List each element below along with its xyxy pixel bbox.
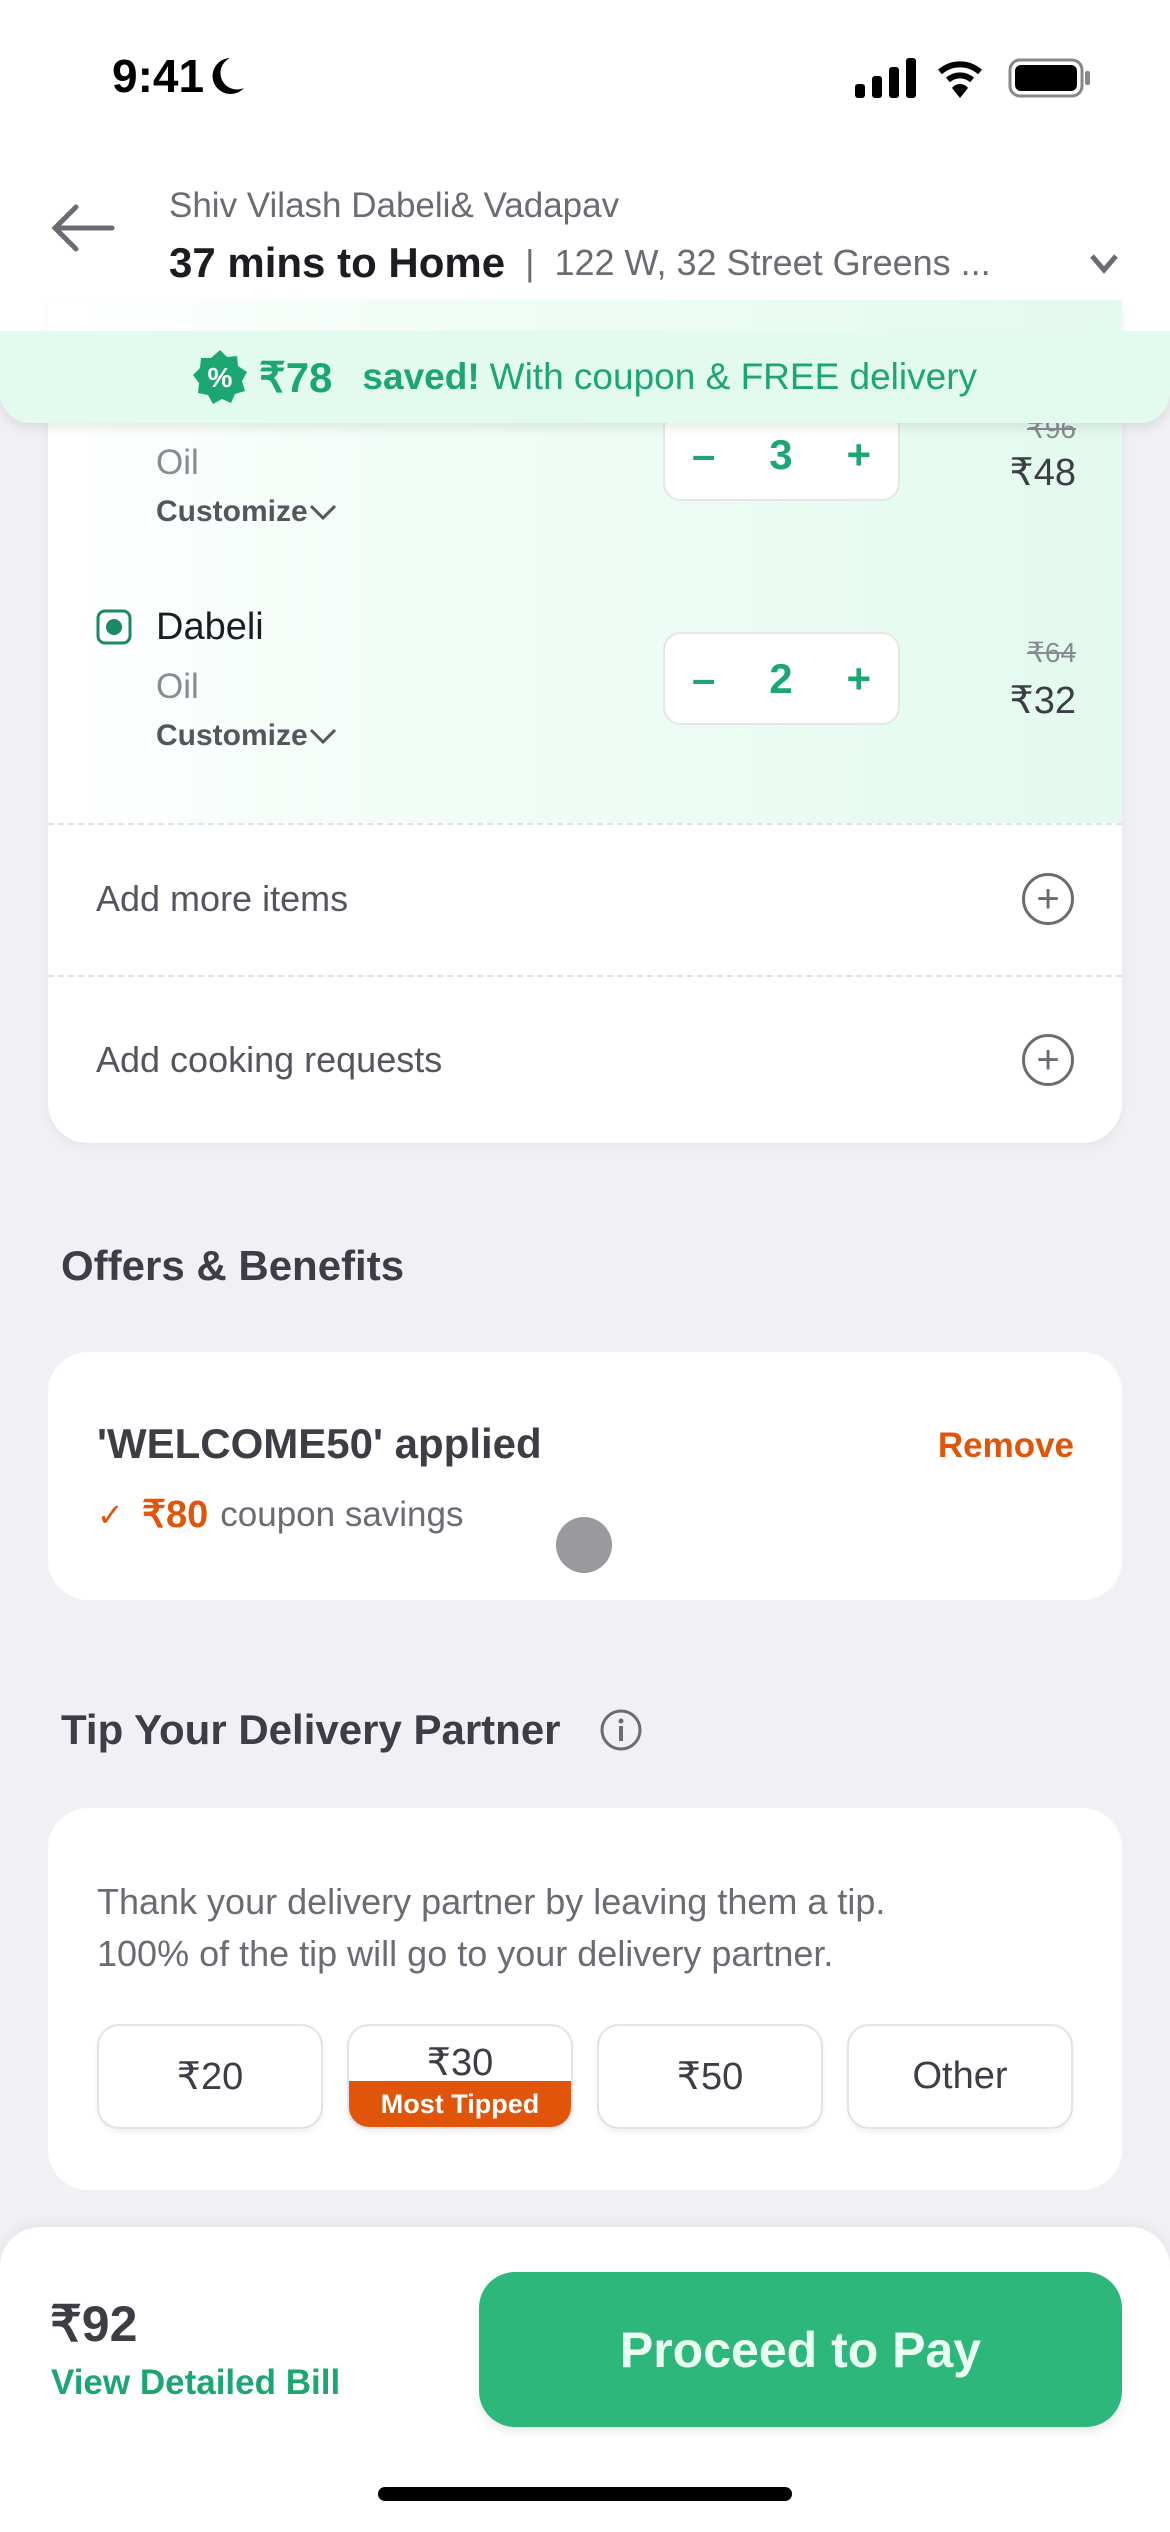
- moon-icon: [212, 58, 245, 94]
- plus-circle-icon: +: [1022, 1034, 1074, 1086]
- increment-button[interactable]: +: [846, 431, 871, 479]
- offers-title: Offers & Benefits: [61, 1242, 405, 1289]
- savings-amount: ₹80: [141, 1494, 209, 1536]
- cooking-requests-row[interactable]: Add cooking requests +: [48, 977, 1122, 1143]
- tip-line-1: Thank your delivery partner by leaving t…: [97, 1881, 886, 1922]
- plus-circle-icon: +: [1022, 873, 1074, 925]
- chevron-down-icon: [309, 728, 336, 745]
- tip-label: ₹20: [176, 2056, 244, 2098]
- item-name: Dabeli: [156, 606, 264, 648]
- savings-banner: % ₹78 saved! With coupon & FREE delivery: [0, 331, 1170, 423]
- check-icon: ✓: [97, 1496, 124, 1533]
- item-price: ₹32: [1009, 680, 1076, 722]
- svg-text:%: %: [208, 362, 233, 393]
- customize-button[interactable]: Customize: [156, 495, 338, 529]
- customize-label: Customize: [156, 719, 308, 752]
- original-price: ₹64: [1027, 637, 1076, 668]
- quantity-stepper[interactable]: – 2 +: [663, 632, 900, 725]
- decrement-button[interactable]: –: [692, 655, 715, 703]
- view-bill-link[interactable]: View Detailed Bill: [51, 2363, 340, 2403]
- most-tipped-badge: Most Tipped: [349, 2081, 571, 2127]
- address-selector[interactable]: 37 mins to Home | 122 W, 32 Street Green…: [169, 238, 1119, 288]
- wifi-icon: [938, 61, 982, 98]
- quantity-value: 2: [769, 654, 793, 702]
- coupon-applied: 'WELCOME50' applied: [97, 1420, 542, 1467]
- touch-indicator: [556, 1517, 612, 1573]
- veg-indicator-icon: [96, 609, 132, 645]
- chevron-down-icon[interactable]: [1089, 252, 1119, 274]
- tip-label: ₹50: [676, 2056, 744, 2098]
- clock: 9:41: [112, 50, 205, 102]
- coupon-card: 'WELCOME50' applied Remove ✓ ₹80 coupon …: [48, 1352, 1122, 1600]
- saved-label: saved!: [362, 356, 480, 397]
- remove-coupon-button[interactable]: Remove: [938, 1426, 1074, 1466]
- discount-badge-icon: %: [192, 350, 247, 404]
- cart-card: Oil Customize – 3 + ₹96 ₹48 Dabeli Oil C…: [48, 300, 1122, 1143]
- tip-title: Tip Your Delivery Partner: [61, 1706, 561, 1753]
- increment-button[interactable]: +: [846, 655, 871, 703]
- chevron-down-icon: [309, 504, 336, 521]
- status-bar: 9:41: [0, 0, 1170, 170]
- tip-description: Thank your delivery partner by leaving t…: [97, 1876, 885, 1980]
- add-more-label: Add more items: [96, 878, 349, 919]
- customize-button[interactable]: Customize: [156, 719, 338, 753]
- eta-title: 37 mins to Home: [169, 239, 506, 286]
- tip-option-other[interactable]: Other: [847, 2024, 1073, 2129]
- separator: |: [525, 242, 535, 283]
- total-amount: ₹92: [50, 2296, 138, 2352]
- tip-option-50[interactable]: ₹50: [597, 2024, 823, 2129]
- battery-icon: [1008, 58, 1090, 98]
- restaurant-name: Shiv Vilash Dabeli& Vadapav: [169, 186, 620, 225]
- pay-label: Proceed to Pay: [619, 2321, 982, 2378]
- savings-text: coupon savings: [220, 1494, 464, 1534]
- saved-amount: ₹78: [258, 353, 333, 401]
- tip-option-20[interactable]: ₹20: [97, 2024, 323, 2129]
- customize-label: Customize: [156, 495, 308, 528]
- home-indicator: [378, 2487, 792, 2501]
- tip-label: Other: [912, 2055, 1008, 2097]
- checkout-bar: ₹92 View Detailed Bill Proceed to Pay: [0, 2227, 1170, 2532]
- quantity-value: 3: [769, 430, 793, 478]
- item-variant: Oil: [156, 443, 199, 482]
- cooking-label: Add cooking requests: [96, 1039, 443, 1080]
- add-more-items-row[interactable]: Add more items +: [48, 823, 1122, 975]
- decrement-button[interactable]: –: [692, 431, 715, 479]
- tip-card: Thank your delivery partner by leaving t…: [48, 1808, 1122, 2190]
- tip-option-30[interactable]: ₹30 Most Tipped: [347, 2024, 573, 2129]
- signal-icon: [855, 58, 916, 98]
- tip-line-2: 100% of the tip will go to your delivery…: [97, 1933, 834, 1974]
- info-icon[interactable]: [599, 1708, 643, 1752]
- item-variant: Oil: [156, 667, 199, 706]
- saved-detail: With coupon & FREE delivery: [489, 356, 978, 397]
- address: 122 W, 32 Street Greens ...: [554, 242, 991, 283]
- back-arrow-icon[interactable]: [50, 203, 116, 253]
- proceed-to-pay-button[interactable]: Proceed to Pay: [479, 2272, 1122, 2427]
- item-price: ₹48: [1009, 452, 1076, 494]
